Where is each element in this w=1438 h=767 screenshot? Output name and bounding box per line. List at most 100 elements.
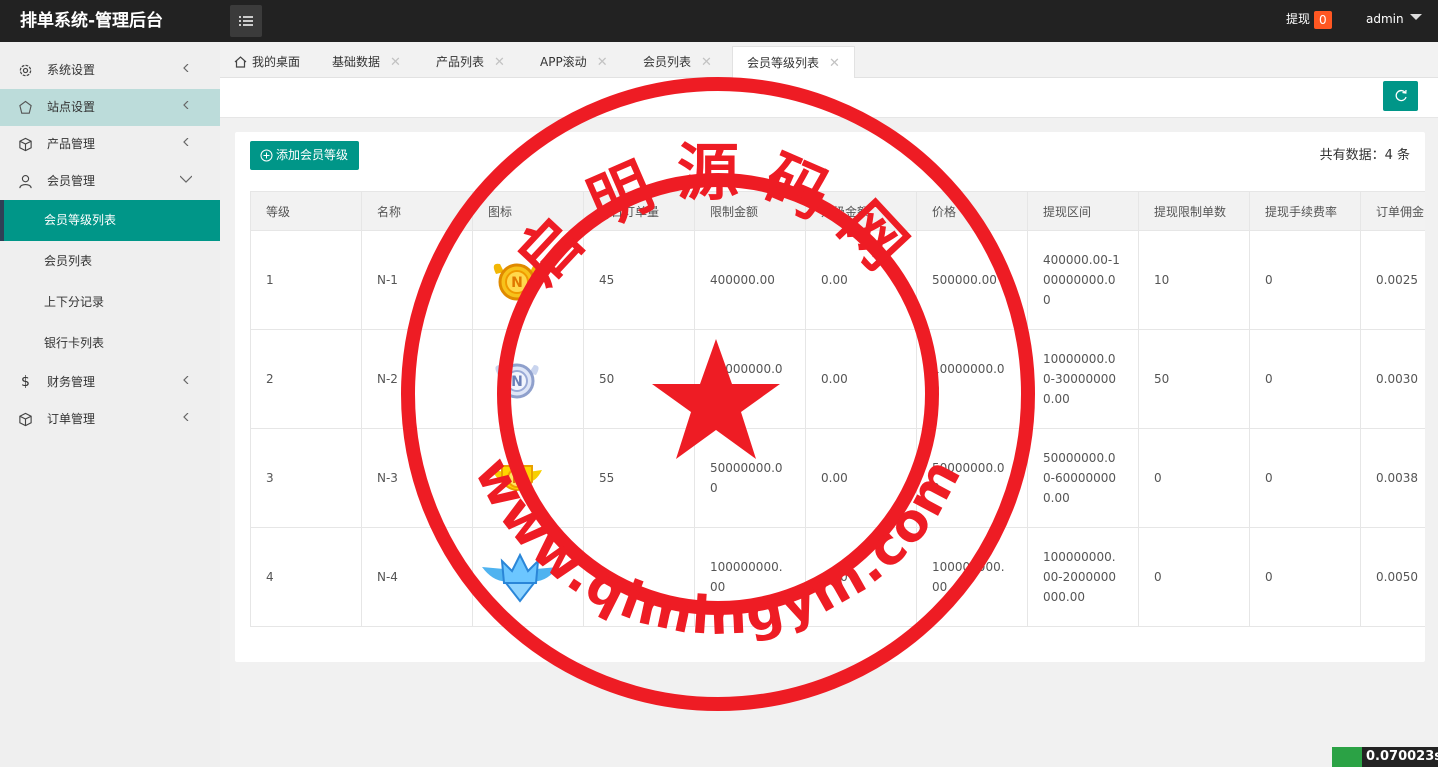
column-header: 提现区间 — [1027, 191, 1139, 231]
dollar-icon: $ — [21, 374, 30, 390]
sidebar-item-label: 订单管理 — [47, 412, 96, 426]
table-row[interactable]: 3 N-3 N 55 50000000.00 0.00 50000000.00 — [250, 428, 1425, 528]
table-row[interactable]: 1 N-1 N 45 400000.00 0.00 500000.00 4000… — [250, 230, 1425, 330]
withdraw-count-badge: 0 — [1314, 10, 1332, 29]
sidebar-item-label: 会员管理 — [47, 174, 96, 188]
withdraw-link[interactable]: 提现 0 — [1286, 0, 1332, 42]
sidebar-item-system-settings[interactable]: 系统设置 — [0, 52, 220, 89]
chevron-left-icon — [183, 413, 189, 421]
thinkphp-logo-icon — [1332, 747, 1362, 767]
table-header-row: 等级 名称 图标 每日订单量 限制金额 升级金额 价格 提现区间 提现限制单数 … — [250, 191, 1425, 231]
cell-withdraw-range: 10000000.00-300000000.00 — [1027, 329, 1139, 429]
sidebar: 系统设置 站点设置 产品管理 会员管理 会员等级列表 会员列表 上下分记录 银行… — [0, 42, 220, 767]
cell-name: N-2 — [361, 329, 473, 429]
sidebar-item-order-management[interactable]: 订单管理 — [0, 401, 220, 438]
tab-bar: 我的桌面 基础数据 ✕ 产品列表 ✕ APP滚动 ✕ 会员列表 ✕ 会员等级列表 ✕ — [220, 42, 1438, 79]
cell-icon: N — [472, 230, 584, 330]
cell-daily-orders: 45 — [583, 230, 695, 330]
cell-limit-amount: 50000000.00 — [694, 428, 806, 528]
refresh-bar — [220, 78, 1438, 118]
close-icon[interactable]: ✕ — [390, 47, 401, 79]
add-button-label: 添加会员等级 — [276, 148, 349, 162]
gold-wing-badge-icon: N — [492, 465, 542, 491]
render-timer: 0.070023s — [1332, 747, 1438, 767]
sidebar-item-label: 站点设置 — [47, 100, 96, 114]
user-menu[interactable]: admin — [1366, 0, 1422, 38]
cell-price: 10000000.00 — [916, 329, 1028, 429]
cell-daily-orders: 55 — [583, 428, 695, 528]
cell-limit-amount: 100000000.00 — [694, 527, 806, 627]
cell-order-commission: 0.0050 — [1360, 527, 1425, 627]
user-icon — [19, 175, 32, 189]
cell-icon: N — [472, 329, 584, 429]
cell-withdraw-limit-orders: 10 — [1138, 230, 1250, 330]
tab-label: APP滚动 — [540, 55, 587, 69]
tab-member-level-list[interactable]: 会员等级列表 ✕ — [732, 46, 855, 79]
column-header: 升级金额 — [805, 191, 917, 231]
close-icon[interactable]: ✕ — [829, 48, 840, 80]
chevron-left-icon — [183, 376, 189, 384]
close-icon[interactable]: ✕ — [701, 47, 712, 79]
member-level-table: 等级 名称 图标 每日订单量 限制金额 升级金额 价格 提现区间 提现限制单数 … — [250, 191, 1425, 627]
cell-withdraw-fee-rate: 0 — [1249, 329, 1361, 429]
cube-icon — [19, 412, 32, 427]
tab-app-scroll[interactable]: APP滚动 ✕ — [540, 46, 608, 78]
cell-upgrade-amount: 0.00 — [805, 329, 917, 429]
cell-price: 100000000.00 — [916, 527, 1028, 627]
table-container[interactable]: 等级 名称 图标 每日订单量 限制金额 升级金额 价格 提现区间 提现限制单数 … — [250, 191, 1425, 627]
cell-level: 2 — [250, 329, 362, 429]
cell-limit-amount: 400000.00 — [694, 230, 806, 330]
cell-level: 1 — [250, 230, 362, 330]
cell-upgrade-amount: 0.00 — [805, 527, 917, 627]
column-header: 订单佣金 — [1360, 191, 1425, 231]
column-header: 价格 — [916, 191, 1028, 231]
sidebar-item-site-settings[interactable]: 站点设置 — [0, 89, 220, 126]
table-row[interactable]: 4 N-4 60 100000000.00 0.00 100000000.00 … — [250, 527, 1425, 627]
close-icon[interactable]: ✕ — [597, 47, 608, 79]
add-member-level-button[interactable]: 添加会员等级 — [250, 141, 359, 170]
user-name: admin — [1366, 12, 1404, 26]
column-header: 每日订单量 — [583, 191, 695, 231]
tab-product-list[interactable]: 产品列表 ✕ — [436, 46, 505, 78]
sidebar-sub-member-level-list[interactable]: 会员等级列表 — [0, 200, 220, 241]
timer-value: 0.070023s — [1362, 747, 1438, 767]
close-icon[interactable]: ✕ — [494, 47, 505, 79]
refresh-button[interactable] — [1383, 81, 1418, 111]
network-icon — [19, 100, 32, 114]
column-header: 等级 — [250, 191, 362, 231]
sidebar-sub-member-list[interactable]: 会员列表 — [0, 241, 220, 282]
cell-price: 50000000.00 — [916, 428, 1028, 528]
tab-member-list[interactable]: 会员列表 ✕ — [643, 46, 712, 78]
cell-daily-orders: 60 — [583, 527, 695, 627]
menu-toggle-button[interactable] — [230, 5, 262, 37]
sidebar-item-finance-management[interactable]: $ 财务管理 — [0, 364, 220, 401]
top-bar: 排单系统-管理后台 提现 0 admin — [0, 0, 1438, 42]
app-title: 排单系统-管理后台 — [20, 11, 164, 31]
sidebar-sub-score-records[interactable]: 上下分记录 — [0, 282, 220, 323]
sidebar-item-product-management[interactable]: 产品管理 — [0, 126, 220, 163]
tab-basic-data[interactable]: 基础数据 ✕ — [332, 46, 401, 78]
cell-name: N-3 — [361, 428, 473, 528]
table-row[interactable]: 2 N-2 N 50 10000000.00 0.00 10000000.00 — [250, 329, 1425, 429]
tab-label: 基础数据 — [332, 55, 381, 69]
cell-withdraw-range: 100000000.00-2000000000.00 — [1027, 527, 1139, 627]
tab-label: 会员列表 — [643, 55, 692, 69]
sidebar-sub-bank-card-list[interactable]: 银行卡列表 — [0, 323, 220, 364]
tab-my-desktop[interactable]: 我的桌面 — [234, 46, 300, 78]
refresh-icon — [1395, 89, 1407, 102]
tab-label: 产品列表 — [436, 55, 485, 69]
cell-name: N-4 — [361, 527, 473, 627]
home-icon — [234, 55, 247, 68]
withdraw-label: 提现 — [1286, 12, 1311, 26]
add-circle-icon — [260, 149, 273, 162]
gold-n-badge-icon: N — [493, 263, 541, 301]
cell-order-commission: 0.0038 — [1360, 428, 1425, 528]
cell-upgrade-amount: 0.00 — [805, 230, 917, 330]
sidebar-item-member-management[interactable]: 会员管理 — [0, 163, 220, 200]
cell-daily-orders: 50 — [583, 329, 695, 429]
cell-order-commission: 0.0025 — [1360, 230, 1425, 330]
cell-upgrade-amount: 0.00 — [805, 428, 917, 528]
cell-withdraw-range: 400000.00-100000000.00 — [1027, 230, 1139, 330]
cell-price: 500000.00 — [916, 230, 1028, 330]
svg-text:N: N — [512, 472, 522, 486]
